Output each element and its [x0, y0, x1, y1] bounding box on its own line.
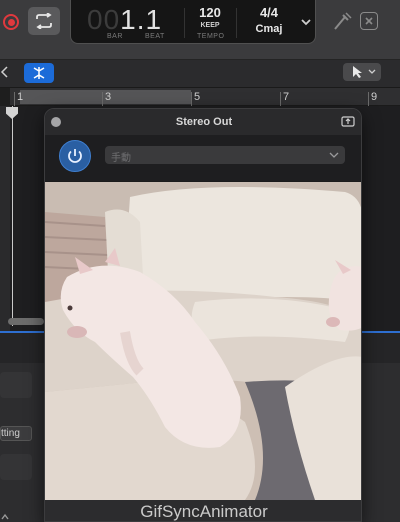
tuner-button[interactable] [328, 9, 356, 35]
left-arrow-icon[interactable] [0, 66, 10, 78]
ruler-marker: 1 [17, 91, 24, 103]
gif-caption: GifSyncAnimator [45, 500, 361, 521]
time-signature[interactable]: 4/4 [247, 5, 291, 20]
tempo-value[interactable]: 120 [189, 5, 231, 20]
tuner-icon [334, 12, 352, 30]
tempo-label: TEMPO [197, 33, 225, 40]
window-titlebar[interactable]: Stereo Out [45, 109, 361, 135]
close-button[interactable] [360, 12, 378, 30]
tracks-toolbar [0, 60, 400, 88]
panel-control[interactable] [0, 454, 32, 480]
key-signature[interactable]: Cmaj [247, 23, 291, 35]
bar-label: BAR [107, 33, 123, 40]
preset-dropdown[interactable]: 手動 [105, 146, 345, 164]
lcd-display[interactable]: 001.1 BAR BEAT 120 KEEP TEMPO 4/4 Cmaj [70, 0, 316, 44]
cycle-button[interactable] [28, 7, 60, 35]
pointer-icon [353, 66, 362, 78]
up-arrow-icon[interactable] [0, 512, 10, 522]
chevron-down-icon [329, 152, 339, 158]
marquee-cursor-icon [33, 67, 45, 79]
window-title: Stereo Out [175, 116, 233, 128]
preset-label: 手動 [111, 153, 131, 164]
ruler-marker: 5 [194, 91, 201, 103]
power-button[interactable] [59, 140, 91, 172]
power-icon [68, 149, 82, 163]
cycle-icon [36, 13, 52, 29]
ruler-marker: 9 [371, 91, 378, 103]
horizontal-scrollbar[interactable] [8, 318, 44, 325]
ruler-marker: 3 [105, 91, 112, 103]
playhead-position[interactable]: 001.1 [87, 5, 162, 35]
beat-label: BEAT [145, 33, 165, 40]
stereo-out-window[interactable]: Stereo Out 手動 GifSyncAnimator [44, 108, 362, 522]
animated-gif-image [45, 182, 361, 500]
marquee-tool-button[interactable] [24, 63, 54, 83]
setting-button[interactable]: tting [0, 426, 32, 441]
panel-control[interactable] [0, 372, 32, 398]
tempo-mode: KEEP [200, 22, 220, 29]
ruler-marker: 7 [283, 91, 290, 103]
track-header-strip [0, 106, 10, 332]
link-icon[interactable] [341, 115, 355, 127]
playhead[interactable] [12, 106, 13, 326]
chevron-down-icon [368, 69, 376, 74]
pointer-tool-menu[interactable] [343, 63, 381, 81]
close-icon [365, 17, 373, 25]
chevron-down-icon[interactable] [300, 16, 312, 28]
record-icon [3, 14, 19, 30]
record-button[interactable] [0, 9, 22, 35]
